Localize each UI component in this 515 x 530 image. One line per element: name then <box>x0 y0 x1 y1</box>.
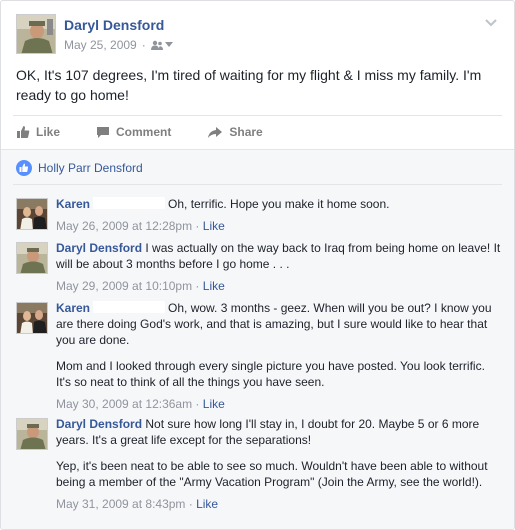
meta-dot: · <box>192 279 203 293</box>
likes-summary[interactable]: Holly Parr Densford <box>16 160 143 176</box>
redacted-block <box>93 197 166 209</box>
commenter-avatar[interactable] <box>16 418 48 450</box>
post-options-chevron-icon[interactable] <box>484 18 498 28</box>
thumbs-up-icon <box>17 126 30 138</box>
comment-author[interactable]: Daryl Densford <box>56 241 142 255</box>
comment-timestamp[interactable]: May 31, 2009 at 8:43pm <box>56 497 185 511</box>
comment-like-link[interactable]: Like <box>203 279 225 293</box>
comment-meta: May 29, 2009 at 10:10pm · Like <box>56 278 502 294</box>
comment-author[interactable]: Daryl Densford <box>56 417 142 431</box>
comment-text: Yep, it's been neat to be able to see so… <box>56 459 488 489</box>
comment-like-link[interactable]: Like <box>203 219 225 233</box>
comments-section: Holly Parr Densford Karen Oh, terrific. H… <box>1 149 514 529</box>
comment-timestamp[interactable]: May 30, 2009 at 12:36am <box>56 397 192 411</box>
share-arrow-icon <box>208 126 223 138</box>
comment-text: Oh, terrific. Hope you make it home soon… <box>168 197 390 211</box>
likes-divider <box>13 184 502 185</box>
comment-body: Karen Oh, wow. 3 months - geez. When will… <box>56 300 502 412</box>
dropdown-arrow-icon <box>164 42 173 47</box>
commenter-avatar[interactable] <box>16 198 48 230</box>
comment-button-label: Comment <box>116 125 172 139</box>
comment-timestamp[interactable]: May 26, 2009 at 12:28pm <box>56 219 192 233</box>
author-avatar[interactable] <box>16 14 56 54</box>
comment-bubble-icon <box>97 126 110 138</box>
likers-names[interactable]: Holly Parr Densford <box>38 161 143 175</box>
comment-button[interactable]: Comment <box>96 125 171 139</box>
post-author-name[interactable]: Daryl Densford <box>64 17 164 33</box>
comment-like-link[interactable]: Like <box>203 397 225 411</box>
post-meta: May 25, 2009 · <box>64 38 173 52</box>
comment-timestamp[interactable]: May 29, 2009 at 10:10pm <box>56 279 192 293</box>
share-button[interactable]: Share <box>207 125 263 139</box>
comment-meta: May 30, 2009 at 12:36am · Like <box>56 396 502 412</box>
like-reaction-icon <box>16 160 32 176</box>
comment-body: Daryl Densford Not sure how long I'll st… <box>56 416 502 512</box>
redacted-block <box>93 301 166 313</box>
like-button-label: Like <box>36 125 61 139</box>
comment-body: Karen Oh, terrific. Hope you make it home… <box>56 196 502 234</box>
meta-separator: · <box>141 38 146 52</box>
friends-icon[interactable] <box>150 40 173 50</box>
commenter-avatar[interactable] <box>16 242 48 274</box>
comment-author[interactable]: Karen <box>56 197 90 211</box>
meta-dot: · <box>192 219 203 233</box>
post-date[interactable]: May 25, 2009 <box>64 38 137 52</box>
comment-meta: May 31, 2009 at 8:43pm · Like <box>56 496 502 512</box>
post-header: Daryl Densford May 25, 2009 · <box>16 14 502 56</box>
comment-author[interactable]: Karen <box>56 301 90 315</box>
actions-divider <box>13 115 502 116</box>
share-button-label: Share <box>229 125 263 139</box>
post-text: OK, It's 107 degrees, I'm tired of waiti… <box>16 67 482 103</box>
comment-body: Daryl Densford I was actually on the way… <box>56 240 502 294</box>
post-card: Daryl Densford May 25, 2009 · OK, It's 1… <box>0 0 515 530</box>
comment-meta: May 26, 2009 at 12:28pm · Like <box>56 218 502 234</box>
comment-like-link[interactable]: Like <box>196 497 218 511</box>
comment-text: Mom and I looked through every single pi… <box>56 359 485 389</box>
like-button[interactable]: Like <box>16 125 60 139</box>
meta-dot: · <box>185 497 197 511</box>
meta-dot: · <box>192 397 203 411</box>
action-bar: Like Comment Share <box>16 122 502 142</box>
commenter-avatar[interactable] <box>16 302 48 334</box>
